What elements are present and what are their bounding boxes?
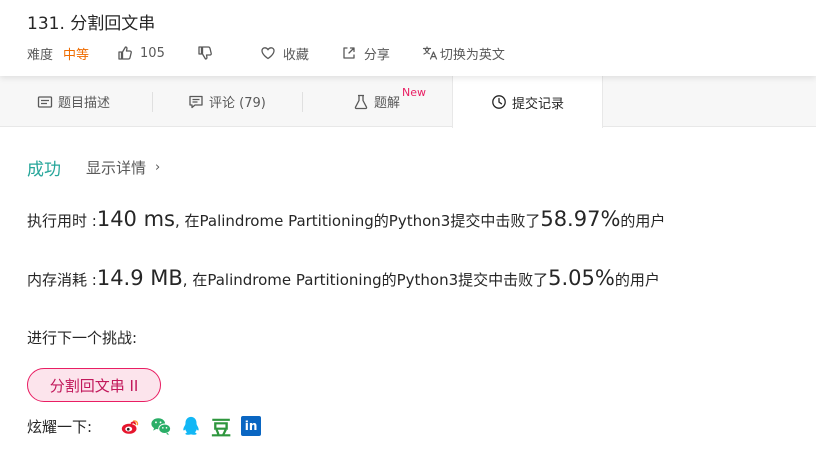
translate-label: 切换为英文 (439, 47, 505, 63)
runtime-suffix: 的用户 (620, 212, 666, 230)
like-button[interactable]: 105 (117, 45, 165, 61)
share-icon (343, 47, 355, 59)
memory-middle: , 在Palindrome Partitioning的Python3提交中击败了 (182, 271, 549, 289)
difficulty-value: 中等 (63, 47, 90, 63)
runtime-percent: 58.97% (540, 207, 621, 231)
memory-suffix: 的用户 (614, 271, 660, 289)
share-prompt: 炫耀一下: (27, 417, 93, 436)
qq-icon[interactable] (180, 415, 202, 437)
new-badge: New (402, 86, 427, 99)
linkedin-glyph: in (241, 416, 262, 436)
thumbs-down-icon (198, 46, 212, 60)
chevron-right-icon: › (155, 160, 161, 175)
linkedin-icon[interactable]: in (240, 415, 262, 437)
memory-stat: 内存消耗 : 14.9 MB , 在Palindrome Partitionin… (27, 266, 660, 290)
like-count: 105 (140, 45, 165, 61)
memory-value: 14.9 MB (96, 266, 183, 290)
problem-meta: 难度 中等 105 收藏 分享 切换为英文 (27, 43, 537, 63)
share-label: 分享 (363, 47, 390, 63)
collect-button[interactable]: 收藏 (260, 44, 309, 63)
tab-bar: 题目描述 评论 (79) 题解 New 提交记录 (0, 76, 816, 128)
runtime-value: 140 ms (96, 207, 175, 231)
thumbs-up-icon (118, 46, 132, 60)
tab-label: 提交记录 (511, 96, 564, 112)
next-challenge-label: 进行下一个挑战: (27, 329, 138, 347)
next-challenge-button[interactable]: 分割回文串 II (27, 368, 161, 402)
tab-comments[interactable]: 评论 (79) (188, 76, 266, 127)
tab-divider (152, 92, 153, 112)
comment-icon (189, 95, 203, 108)
tab-submissions[interactable]: 提交记录 (452, 76, 603, 128)
problem-header: 131. 分割回文串 难度 中等 105 收藏 分享 切换为英文 (0, 0, 816, 76)
tab-solutions[interactable]: 题解 New (353, 76, 426, 127)
tab-divider (302, 92, 303, 112)
runtime-middle: , 在Palindrome Partitioning的Python3提交中击败了 (174, 212, 541, 230)
collect-label: 收藏 (282, 47, 309, 63)
runtime-stat: 执行用时 : 140 ms , 在Palindrome Partitioning… (27, 207, 665, 231)
details-label: 显示详情 (86, 159, 147, 177)
share-row: 炫耀一下: 豆 in (27, 415, 270, 440)
problem-title: 131. 分割回文串 (27, 14, 156, 34)
show-details-link[interactable]: 显示详情 › (86, 157, 160, 178)
memory-label: 内存消耗 : (27, 271, 97, 289)
tab-label: 评论 (79) (209, 96, 266, 111)
tab-description[interactable]: 题目描述 (37, 76, 110, 127)
clock-icon (492, 95, 506, 109)
share-icons: 豆 in (120, 415, 270, 440)
tab-label: 题目描述 (58, 96, 111, 111)
difficulty-label: 难度 (27, 47, 54, 63)
share-button[interactable]: 分享 (341, 44, 390, 63)
flask-icon (354, 94, 368, 109)
wechat-icon[interactable] (150, 415, 172, 437)
translate-button[interactable]: 切换为英文 (422, 44, 505, 63)
runtime-label: 执行用时 : (27, 212, 97, 230)
translate-icon (422, 46, 437, 60)
heart-icon (261, 47, 275, 60)
weibo-icon[interactable] (120, 415, 142, 437)
document-icon (37, 95, 53, 108)
dislike-button[interactable] (197, 45, 220, 61)
douban-icon[interactable]: 豆 (210, 415, 232, 440)
tab-label: 题解 (374, 96, 401, 111)
memory-percent: 5.05% (548, 266, 615, 290)
status-row: 成功 显示详情 › (27, 155, 160, 180)
status-success: 成功 (27, 160, 61, 180)
